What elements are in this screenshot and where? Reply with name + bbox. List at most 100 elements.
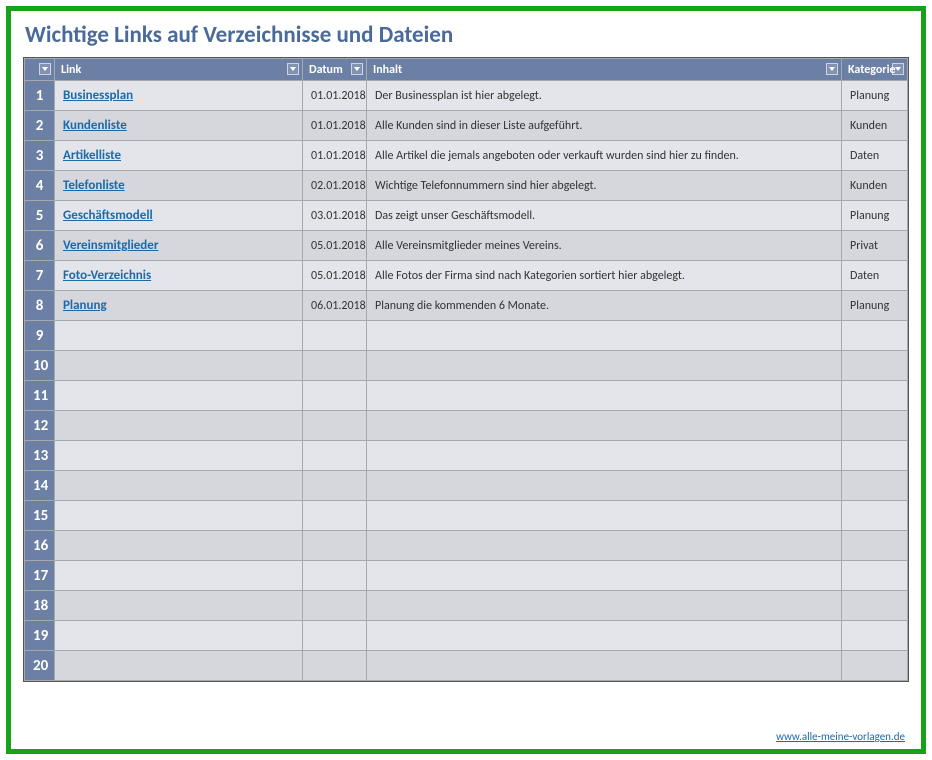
cell-category: Planung [842, 201, 908, 231]
file-link[interactable]: Vereinsmitglieder [63, 238, 158, 253]
cell-category [842, 411, 908, 441]
row-number: 10 [25, 351, 55, 381]
cell-content: Alle Artikel die jemals angeboten oder v… [367, 141, 842, 171]
footer-link[interactable]: www.alle-meine-vorlagen.de [776, 730, 905, 743]
table-row: 2Kundenliste01.01.2018Alle Kunden sind i… [25, 111, 908, 141]
cell-content: Der Businessplan ist hier abgelegt. [367, 81, 842, 111]
cell-content [367, 591, 842, 621]
row-number: 19 [25, 621, 55, 651]
cell-link [55, 321, 303, 351]
row-number: 4 [25, 171, 55, 201]
cell-date [303, 501, 367, 531]
row-number: 11 [25, 381, 55, 411]
table-header-row: Link Datum Inhalt Kategorie [25, 59, 908, 81]
file-link[interactable]: Geschäftsmodell [63, 208, 153, 223]
row-number: 17 [25, 561, 55, 591]
filter-icon[interactable] [287, 63, 299, 75]
table-wrapper: Link Datum Inhalt Kategorie 1Businesspla… [23, 57, 909, 682]
cell-content [367, 441, 842, 471]
row-number: 16 [25, 531, 55, 561]
cell-content [367, 621, 842, 651]
cell-category: Kunden [842, 111, 908, 141]
filter-icon[interactable] [351, 63, 363, 75]
table-row: 14 [25, 471, 908, 501]
cell-date [303, 471, 367, 501]
row-number: 13 [25, 441, 55, 471]
cell-link: Geschäftsmodell [55, 201, 303, 231]
header-content[interactable]: Inhalt [367, 59, 842, 81]
table-row: 17 [25, 561, 908, 591]
cell-content: Planung die kommenden 6 Monate. [367, 291, 842, 321]
cell-content: Alle Vereinsmitglieder meines Vereins. [367, 231, 842, 261]
cell-link [55, 561, 303, 591]
table-row: 4Telefonliste02.01.2018Wichtige Telefonn… [25, 171, 908, 201]
cell-date: 01.01.2018 [303, 141, 367, 171]
table-row: 8 Planung 06.01.2018Planung die kommenden … [25, 291, 908, 321]
cell-category [842, 471, 908, 501]
header-link[interactable]: Link [55, 59, 303, 81]
cell-link [55, 591, 303, 621]
filter-icon[interactable] [826, 63, 838, 75]
cell-category: Privat [842, 231, 908, 261]
cell-category [842, 351, 908, 381]
cell-link: Planung [55, 291, 303, 321]
cell-content: Das zeigt unser Geschäftsmodell. [367, 201, 842, 231]
cell-category [842, 561, 908, 591]
file-link[interactable]: Foto-Verzeichnis [63, 268, 151, 283]
header-category[interactable]: Kategorie [842, 59, 908, 81]
table-row: 18 [25, 591, 908, 621]
row-number: 5 [25, 201, 55, 231]
cell-content: Wichtige Telefonnummern sind hier abgele… [367, 171, 842, 201]
cell-link: Artikelliste [55, 141, 303, 171]
row-number: 3 [25, 141, 55, 171]
table-row: 11 [25, 381, 908, 411]
cell-date: 06.01.2018 [303, 291, 367, 321]
cell-link [55, 501, 303, 531]
file-link[interactable]: Artikelliste [63, 148, 121, 163]
cell-date: 01.01.2018 [303, 111, 367, 141]
file-link[interactable]: Planung [63, 298, 107, 313]
file-link[interactable]: Kundenliste [63, 118, 127, 133]
row-number: 8 [25, 291, 55, 321]
cell-link: Foto-Verzeichnis [55, 261, 303, 291]
row-number: 12 [25, 411, 55, 441]
table-row: 12 [25, 411, 908, 441]
cell-date [303, 561, 367, 591]
cell-category [842, 381, 908, 411]
table-row: 13 [25, 441, 908, 471]
row-number: 15 [25, 501, 55, 531]
cell-category: Kunden [842, 171, 908, 201]
header-num[interactable] [25, 59, 55, 81]
filter-icon[interactable] [39, 63, 51, 75]
cell-link [55, 531, 303, 561]
cell-category: Planung [842, 291, 908, 321]
footer: www.alle-meine-vorlagen.de [776, 730, 905, 743]
cell-date [303, 651, 367, 681]
table-row: 20 [25, 651, 908, 681]
table-row: 16 [25, 531, 908, 561]
cell-content [367, 351, 842, 381]
cell-content [367, 321, 842, 351]
cell-category [842, 651, 908, 681]
cell-date [303, 321, 367, 351]
header-date[interactable]: Datum [303, 59, 367, 81]
cell-category [842, 501, 908, 531]
filter-icon[interactable] [892, 63, 904, 75]
cell-link [55, 351, 303, 381]
cell-link [55, 381, 303, 411]
cell-content [367, 381, 842, 411]
cell-category [842, 441, 908, 471]
table-row: 7Foto-Verzeichnis05.01.2018Alle Fotos de… [25, 261, 908, 291]
cell-content [367, 531, 842, 561]
cell-date [303, 411, 367, 441]
cell-date: 03.01.2018 [303, 201, 367, 231]
file-link[interactable]: Telefonliste [63, 178, 125, 193]
file-link[interactable]: Businessplan [63, 88, 133, 103]
cell-date [303, 441, 367, 471]
cell-date: 01.01.2018 [303, 81, 367, 111]
table-row: 9 [25, 321, 908, 351]
page-title: Wichtige Links auf Verzeichnisse und Dat… [25, 21, 909, 49]
row-number: 20 [25, 651, 55, 681]
cell-category [842, 531, 908, 561]
cell-category [842, 621, 908, 651]
